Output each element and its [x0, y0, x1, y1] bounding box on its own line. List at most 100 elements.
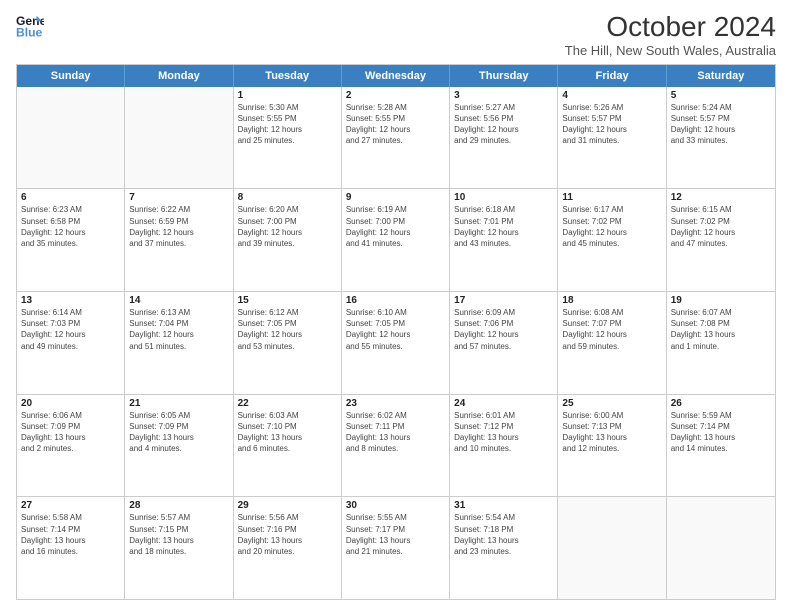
title-block: October 2024 The Hill, New South Wales, …: [565, 12, 776, 58]
calendar-cell: [667, 497, 775, 599]
calendar-cell: 15Sunrise: 6:12 AM Sunset: 7:05 PM Dayli…: [234, 292, 342, 394]
cell-info: Sunrise: 6:14 AM Sunset: 7:03 PM Dayligh…: [21, 307, 120, 352]
cell-info: Sunrise: 5:57 AM Sunset: 7:15 PM Dayligh…: [129, 512, 228, 557]
cell-day: 14: [129, 295, 228, 306]
calendar-cell: 20Sunrise: 6:06 AM Sunset: 7:09 PM Dayli…: [17, 395, 125, 497]
calendar-cell: 14Sunrise: 6:13 AM Sunset: 7:04 PM Dayli…: [125, 292, 233, 394]
cell-info: Sunrise: 5:28 AM Sunset: 5:55 PM Dayligh…: [346, 102, 445, 147]
calendar-cell: 1Sunrise: 5:30 AM Sunset: 5:55 PM Daylig…: [234, 87, 342, 189]
calendar-cell: 13Sunrise: 6:14 AM Sunset: 7:03 PM Dayli…: [17, 292, 125, 394]
cell-info: Sunrise: 5:30 AM Sunset: 5:55 PM Dayligh…: [238, 102, 337, 147]
calendar-cell: 29Sunrise: 5:56 AM Sunset: 7:16 PM Dayli…: [234, 497, 342, 599]
cell-day: 18: [562, 295, 661, 306]
cell-info: Sunrise: 5:58 AM Sunset: 7:14 PM Dayligh…: [21, 512, 120, 557]
cell-info: Sunrise: 5:27 AM Sunset: 5:56 PM Dayligh…: [454, 102, 553, 147]
calendar-cell: 24Sunrise: 6:01 AM Sunset: 7:12 PM Dayli…: [450, 395, 558, 497]
calendar-cell: 4Sunrise: 5:26 AM Sunset: 5:57 PM Daylig…: [558, 87, 666, 189]
cell-info: Sunrise: 5:59 AM Sunset: 7:14 PM Dayligh…: [671, 410, 771, 455]
cell-day: 27: [21, 500, 120, 511]
cell-day: 8: [238, 192, 337, 203]
logo-icon: General Blue: [16, 12, 44, 40]
cell-day: 28: [129, 500, 228, 511]
cell-day: 20: [21, 398, 120, 409]
cell-day: 22: [238, 398, 337, 409]
cell-day: 26: [671, 398, 771, 409]
cell-day: 29: [238, 500, 337, 511]
cell-day: 25: [562, 398, 661, 409]
header: General Blue October 2024 The Hill, New …: [16, 12, 776, 58]
cell-info: Sunrise: 5:26 AM Sunset: 5:57 PM Dayligh…: [562, 102, 661, 147]
cell-day: 23: [346, 398, 445, 409]
calendar-row-2: 6Sunrise: 6:23 AM Sunset: 6:58 PM Daylig…: [17, 189, 775, 292]
cell-info: Sunrise: 6:03 AM Sunset: 7:10 PM Dayligh…: [238, 410, 337, 455]
cell-info: Sunrise: 6:07 AM Sunset: 7:08 PM Dayligh…: [671, 307, 771, 352]
cell-info: Sunrise: 6:10 AM Sunset: 7:05 PM Dayligh…: [346, 307, 445, 352]
calendar-cell: 3Sunrise: 5:27 AM Sunset: 5:56 PM Daylig…: [450, 87, 558, 189]
calendar-cell: [558, 497, 666, 599]
day-header-thursday: Thursday: [450, 65, 558, 87]
cell-info: Sunrise: 5:24 AM Sunset: 5:57 PM Dayligh…: [671, 102, 771, 147]
calendar-cell: 6Sunrise: 6:23 AM Sunset: 6:58 PM Daylig…: [17, 189, 125, 291]
day-header-tuesday: Tuesday: [234, 65, 342, 87]
calendar-cell: 7Sunrise: 6:22 AM Sunset: 6:59 PM Daylig…: [125, 189, 233, 291]
calendar-cell: 5Sunrise: 5:24 AM Sunset: 5:57 PM Daylig…: [667, 87, 775, 189]
calendar-cell: 21Sunrise: 6:05 AM Sunset: 7:09 PM Dayli…: [125, 395, 233, 497]
cell-info: Sunrise: 6:02 AM Sunset: 7:11 PM Dayligh…: [346, 410, 445, 455]
calendar-cell: 18Sunrise: 6:08 AM Sunset: 7:07 PM Dayli…: [558, 292, 666, 394]
calendar-cell: 8Sunrise: 6:20 AM Sunset: 7:00 PM Daylig…: [234, 189, 342, 291]
day-header-sunday: Sunday: [17, 65, 125, 87]
page: General Blue October 2024 The Hill, New …: [0, 0, 792, 612]
calendar-cell: 17Sunrise: 6:09 AM Sunset: 7:06 PM Dayli…: [450, 292, 558, 394]
calendar-cell: 30Sunrise: 5:55 AM Sunset: 7:17 PM Dayli…: [342, 497, 450, 599]
calendar-cell: 12Sunrise: 6:15 AM Sunset: 7:02 PM Dayli…: [667, 189, 775, 291]
calendar-cell: 31Sunrise: 5:54 AM Sunset: 7:18 PM Dayli…: [450, 497, 558, 599]
cell-day: 17: [454, 295, 553, 306]
day-header-monday: Monday: [125, 65, 233, 87]
cell-info: Sunrise: 6:09 AM Sunset: 7:06 PM Dayligh…: [454, 307, 553, 352]
cell-info: Sunrise: 6:23 AM Sunset: 6:58 PM Dayligh…: [21, 204, 120, 249]
calendar-cell: 9Sunrise: 6:19 AM Sunset: 7:00 PM Daylig…: [342, 189, 450, 291]
cell-day: 19: [671, 295, 771, 306]
calendar-cell: 22Sunrise: 6:03 AM Sunset: 7:10 PM Dayli…: [234, 395, 342, 497]
logo: General Blue: [16, 12, 44, 40]
calendar-row-1: 1Sunrise: 5:30 AM Sunset: 5:55 PM Daylig…: [17, 87, 775, 190]
calendar-cell: 25Sunrise: 6:00 AM Sunset: 7:13 PM Dayli…: [558, 395, 666, 497]
cell-day: 30: [346, 500, 445, 511]
cell-day: 2: [346, 90, 445, 101]
cell-info: Sunrise: 6:13 AM Sunset: 7:04 PM Dayligh…: [129, 307, 228, 352]
calendar-header: SundayMondayTuesdayWednesdayThursdayFrid…: [17, 65, 775, 87]
cell-day: 4: [562, 90, 661, 101]
calendar-cell: 28Sunrise: 5:57 AM Sunset: 7:15 PM Dayli…: [125, 497, 233, 599]
calendar-cell: 16Sunrise: 6:10 AM Sunset: 7:05 PM Dayli…: [342, 292, 450, 394]
svg-text:Blue: Blue: [16, 25, 43, 39]
cell-day: 21: [129, 398, 228, 409]
cell-info: Sunrise: 6:12 AM Sunset: 7:05 PM Dayligh…: [238, 307, 337, 352]
cell-info: Sunrise: 6:19 AM Sunset: 7:00 PM Dayligh…: [346, 204, 445, 249]
cell-info: Sunrise: 5:55 AM Sunset: 7:17 PM Dayligh…: [346, 512, 445, 557]
calendar-cell: 23Sunrise: 6:02 AM Sunset: 7:11 PM Dayli…: [342, 395, 450, 497]
cell-info: Sunrise: 6:00 AM Sunset: 7:13 PM Dayligh…: [562, 410, 661, 455]
cell-info: Sunrise: 5:56 AM Sunset: 7:16 PM Dayligh…: [238, 512, 337, 557]
cell-info: Sunrise: 6:17 AM Sunset: 7:02 PM Dayligh…: [562, 204, 661, 249]
cell-info: Sunrise: 6:06 AM Sunset: 7:09 PM Dayligh…: [21, 410, 120, 455]
cell-info: Sunrise: 6:01 AM Sunset: 7:12 PM Dayligh…: [454, 410, 553, 455]
cell-info: Sunrise: 6:15 AM Sunset: 7:02 PM Dayligh…: [671, 204, 771, 249]
calendar-body: 1Sunrise: 5:30 AM Sunset: 5:55 PM Daylig…: [17, 87, 775, 599]
cell-info: Sunrise: 6:18 AM Sunset: 7:01 PM Dayligh…: [454, 204, 553, 249]
main-title: October 2024: [565, 12, 776, 43]
cell-info: Sunrise: 6:05 AM Sunset: 7:09 PM Dayligh…: [129, 410, 228, 455]
calendar-row-3: 13Sunrise: 6:14 AM Sunset: 7:03 PM Dayli…: [17, 292, 775, 395]
calendar-cell: [17, 87, 125, 189]
day-header-wednesday: Wednesday: [342, 65, 450, 87]
cell-day: 11: [562, 192, 661, 203]
cell-day: 3: [454, 90, 553, 101]
cell-day: 10: [454, 192, 553, 203]
cell-day: 5: [671, 90, 771, 101]
calendar-cell: 2Sunrise: 5:28 AM Sunset: 5:55 PM Daylig…: [342, 87, 450, 189]
cell-day: 31: [454, 500, 553, 511]
cell-day: 1: [238, 90, 337, 101]
day-header-saturday: Saturday: [667, 65, 775, 87]
calendar-cell: [125, 87, 233, 189]
cell-info: Sunrise: 5:54 AM Sunset: 7:18 PM Dayligh…: [454, 512, 553, 557]
cell-day: 13: [21, 295, 120, 306]
